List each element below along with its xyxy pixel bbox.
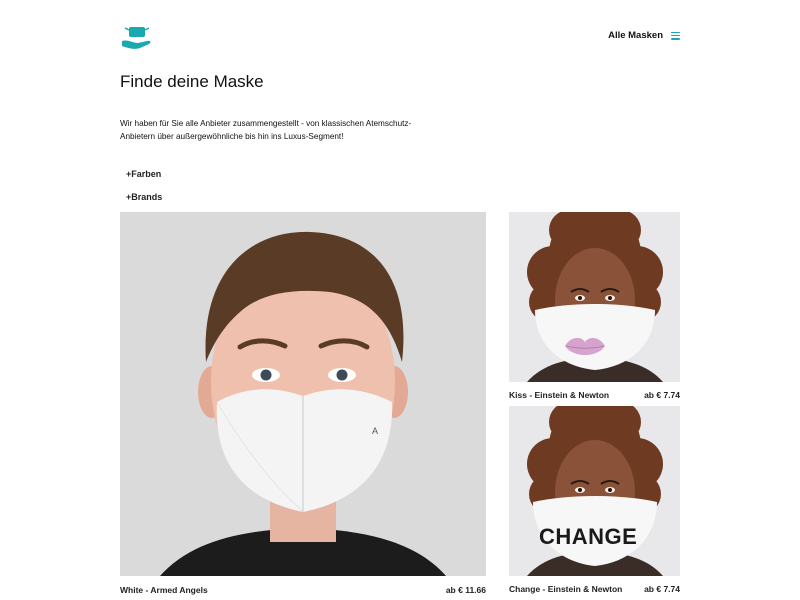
- product-card-change-einstein-newton[interactable]: CHANGE Change - Einstein & Newton ab € 7…: [509, 406, 680, 596]
- product-price: ab € 11.66: [445, 585, 486, 595]
- hamburger-menu-icon[interactable]: [671, 31, 680, 40]
- product-name[interactable]: Kiss - Einstein & Newton: [509, 390, 609, 400]
- product-name[interactable]: Change - Einstein & Newton: [509, 584, 622, 594]
- intro-text: Wir haben für Sie alle Anbieter zusammen…: [120, 119, 412, 141]
- hand-with-mask-logo-icon: [122, 27, 151, 49]
- product-image[interactable]: [509, 212, 680, 382]
- brand-logo[interactable]: [120, 24, 154, 50]
- product-price: ab € 7.74: [644, 390, 680, 400]
- page-title: Finde deine Maske: [120, 72, 264, 91]
- all-masks-menu[interactable]: Alle Masken: [608, 30, 680, 41]
- filter-brands-toggle[interactable]: +Brands: [126, 192, 162, 202]
- product-name[interactable]: White - Armed Angels: [120, 585, 208, 595]
- product-image[interactable]: CHANGE: [509, 406, 680, 576]
- mask-print-text: CHANGE: [539, 524, 637, 549]
- product-card-white-armed-angels[interactable]: A White - Armed Angels ab € 11.66: [120, 212, 486, 597]
- product-card-kiss-einstein-newton[interactable]: Kiss - Einstein & Newton ab € 7.74: [509, 212, 680, 402]
- product-image[interactable]: A: [120, 212, 486, 576]
- filter-colors-toggle[interactable]: +Farben: [126, 169, 161, 179]
- all-masks-link[interactable]: Alle Masken: [608, 30, 663, 41]
- product-price: ab € 7.74: [644, 584, 680, 594]
- svg-text:A: A: [372, 426, 378, 436]
